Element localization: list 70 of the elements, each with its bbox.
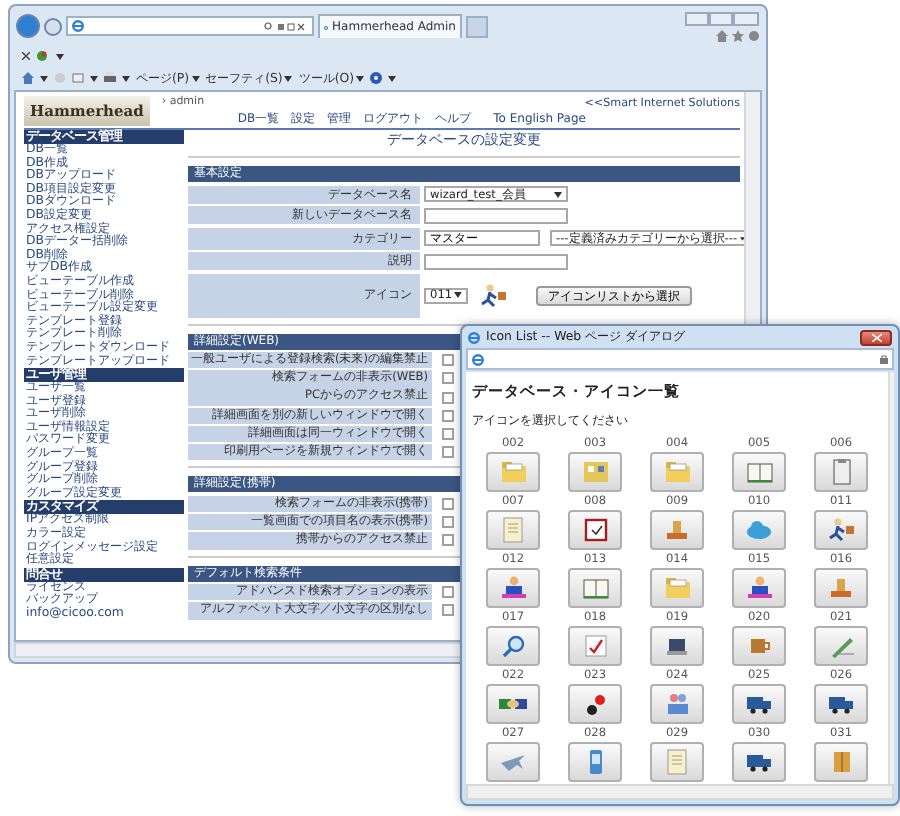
close-icon[interactable] (22, 52, 30, 60)
checklist-icon (579, 630, 611, 662)
icon-option-button[interactable] (486, 684, 540, 724)
magnifier-icon (497, 630, 529, 662)
caret-icon (356, 75, 365, 81)
caret-icon (56, 53, 64, 59)
document-icon (497, 514, 529, 546)
caret-icon (454, 292, 462, 298)
caret-icon (122, 75, 130, 81)
home-icon[interactable] (22, 72, 34, 84)
person-icon (497, 572, 529, 604)
truck-icon (746, 753, 772, 771)
checkbox[interactable] (442, 586, 454, 599)
stamp-icon (830, 578, 852, 598)
icon-option-button[interactable] (814, 684, 868, 724)
icon-option-button[interactable] (814, 510, 868, 550)
cards-icon (579, 456, 611, 488)
window-controls-icon (684, 11, 760, 25)
caret-icon (554, 191, 562, 197)
stamp-icon (666, 520, 688, 540)
checkbox[interactable] (442, 534, 454, 547)
address-field[interactable] (66, 16, 314, 36)
back-button[interactable] (16, 14, 40, 38)
caret-icon (284, 75, 293, 81)
input-field[interactable] (424, 207, 568, 223)
person-icon (743, 572, 775, 604)
folder-icon (661, 456, 693, 488)
icon-option-button[interactable] (650, 626, 704, 666)
input-field[interactable] (424, 253, 568, 269)
lock-icon (880, 354, 888, 364)
folder-icon (661, 572, 693, 604)
scrollbar[interactable] (466, 784, 894, 800)
folder-icon (497, 456, 529, 488)
checkbox[interactable] (442, 446, 454, 459)
close-button[interactable] (860, 329, 892, 345)
laptop-icon (666, 637, 688, 655)
icon-option-button[interactable] (732, 568, 786, 608)
checkbox[interactable] (442, 409, 454, 422)
airplane-icon (500, 753, 526, 771)
document-icon (661, 746, 693, 778)
truck-icon (828, 695, 854, 713)
browser-icon (472, 353, 484, 365)
close-icon (871, 333, 881, 341)
checkbox[interactable] (442, 427, 454, 440)
new-tab-button[interactable] (466, 15, 488, 37)
checkbox[interactable] (442, 498, 454, 511)
icon-option-button[interactable] (732, 684, 786, 724)
checkbox[interactable] (442, 354, 454, 367)
browser-icon (72, 20, 84, 32)
print-icon[interactable] (104, 72, 116, 84)
cloud-icon (746, 520, 772, 540)
checkbox[interactable] (442, 391, 454, 404)
icon-option-button[interactable] (568, 510, 622, 550)
cup-icon (749, 638, 769, 654)
icon-option-button[interactable] (732, 742, 786, 782)
caret-icon (40, 75, 48, 81)
caret-icon (90, 75, 98, 81)
caret-icon (191, 75, 200, 81)
runner-icon (825, 514, 857, 546)
runner-icon (478, 279, 510, 311)
checkbox[interactable] (442, 372, 454, 385)
forward-button[interactable] (44, 17, 62, 35)
checkbox[interactable] (442, 604, 454, 617)
icon-option-button[interactable] (568, 684, 622, 724)
scrollbar[interactable] (888, 372, 894, 784)
icon-option-button[interactable] (486, 568, 540, 608)
checkbox[interactable] (442, 516, 454, 529)
browser-icon (468, 331, 480, 343)
truck-icon (746, 695, 772, 713)
caret-icon (388, 75, 397, 81)
